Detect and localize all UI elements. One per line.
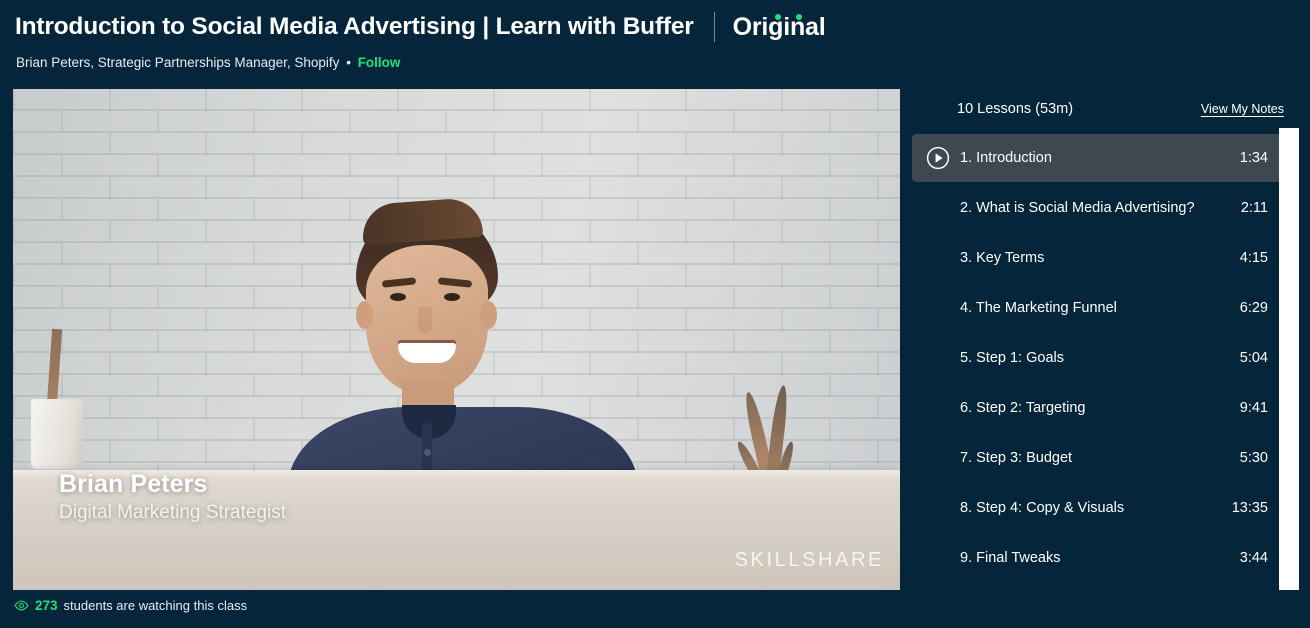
shirt-button	[424, 449, 431, 456]
lesson-title: 8. Step 4: Copy & Visuals	[960, 500, 1125, 516]
nose	[418, 307, 432, 333]
lesson-duration: 1:34	[1239, 150, 1268, 166]
lesson-list: 1. Introduction 1:34 2. What is Social Med…	[912, 134, 1284, 584]
lessons-summary: 10 Lessons (53m)	[957, 101, 1074, 117]
lesson-row[interactable]: 2. What is Social Media Advertising? 2:11	[912, 184, 1284, 232]
lesson-duration: 9:41	[1239, 400, 1268, 416]
lessons-panel: 10 Lessons (53m) View My Notes 1. Introd…	[912, 96, 1298, 606]
lesson-title: 4. The Marketing Funnel	[960, 300, 1117, 316]
lesson-title: 9. Final Tweaks	[960, 550, 1061, 566]
play-icon[interactable]	[926, 146, 950, 170]
watching-count: 273	[35, 598, 58, 613]
mouth	[398, 343, 456, 363]
watching-label: students are watching this class	[63, 598, 248, 613]
caption-name: Brian Peters	[59, 470, 208, 498]
lesson-duration: 5:30	[1239, 450, 1268, 466]
title-row: Introduction to Social Media Advertising…	[15, 12, 826, 42]
view-my-notes-link[interactable]: View My Notes	[1201, 102, 1284, 116]
lesson-row[interactable]: 8. Step 4: Copy & Visuals 13:35	[912, 484, 1284, 532]
lesson-duration: 2:11	[1240, 200, 1268, 216]
lesson-row[interactable]: 4. The Marketing Funnel 6:29	[912, 284, 1284, 332]
lesson-row[interactable]: 5. Step 1: Goals 5:04	[912, 334, 1284, 382]
original-badge-dot-g	[795, 13, 802, 20]
lesson-title: 2. What is Social Media Advertising?	[960, 200, 1195, 216]
page-title: Introduction to Social Media Advertising…	[15, 13, 694, 40]
video-player[interactable]: Brian Peters Digital Marketing Strategis…	[13, 89, 900, 590]
lesson-duration: 4:15	[1239, 250, 1268, 266]
lesson-duration: 3:44	[1239, 550, 1268, 566]
lesson-title: 1. Introduction	[960, 150, 1052, 166]
class-page: Introduction to Social Media Advertising…	[0, 0, 1310, 628]
byline: Brian Peters, Strategic Partnerships Man…	[16, 55, 400, 70]
lesson-title: 7. Step 3: Budget	[960, 450, 1073, 466]
byline-text: Brian Peters, Strategic Partnerships Man…	[16, 55, 340, 70]
lesson-title: 6. Step 2: Targeting	[960, 400, 1086, 416]
left-plant-pot	[31, 399, 83, 469]
lesson-row[interactable]: 1. Introduction 1:34	[912, 134, 1284, 182]
lesson-row[interactable]: 9. Final Tweaks 3:44	[912, 534, 1284, 582]
lessons-scrollbar-track[interactable]	[1279, 128, 1299, 590]
skillshare-watermark: SKILLSHARE	[734, 549, 884, 571]
lesson-duration: 6:29	[1239, 300, 1268, 316]
eye-icon	[14, 600, 29, 611]
lesson-row[interactable]: 7. Step 3: Budget 5:30	[912, 434, 1284, 482]
ear-left	[356, 301, 373, 329]
watching-status: 273 students are watching this class	[14, 598, 247, 613]
eye-right	[444, 293, 460, 301]
lesson-title: 5. Step 1: Goals	[960, 350, 1064, 366]
page-header: Introduction to Social Media Advertising…	[0, 0, 1310, 82]
lesson-row[interactable]: 3. Key Terms 4:15	[912, 234, 1284, 282]
byline-separator: •	[346, 55, 351, 70]
lessons-header: 10 Lessons (53m) View My Notes	[912, 96, 1284, 122]
original-badge-dot-i	[774, 13, 781, 20]
follow-link[interactable]: Follow	[358, 55, 401, 70]
lesson-duration: 13:35	[1231, 500, 1268, 516]
caption-role: Digital Marketing Strategist	[59, 502, 287, 523]
original-badge: Original	[733, 13, 826, 42]
lesson-duration: 5:04	[1239, 350, 1268, 366]
lesson-row[interactable]: 6. Step 2: Targeting 9:41	[912, 384, 1284, 432]
lesson-title: 3. Key Terms	[960, 250, 1045, 266]
title-divider	[713, 12, 715, 42]
ear-right	[480, 301, 497, 329]
eye-left	[390, 293, 406, 301]
video-caption: Brian Peters Digital Marketing Strategis…	[59, 470, 286, 524]
